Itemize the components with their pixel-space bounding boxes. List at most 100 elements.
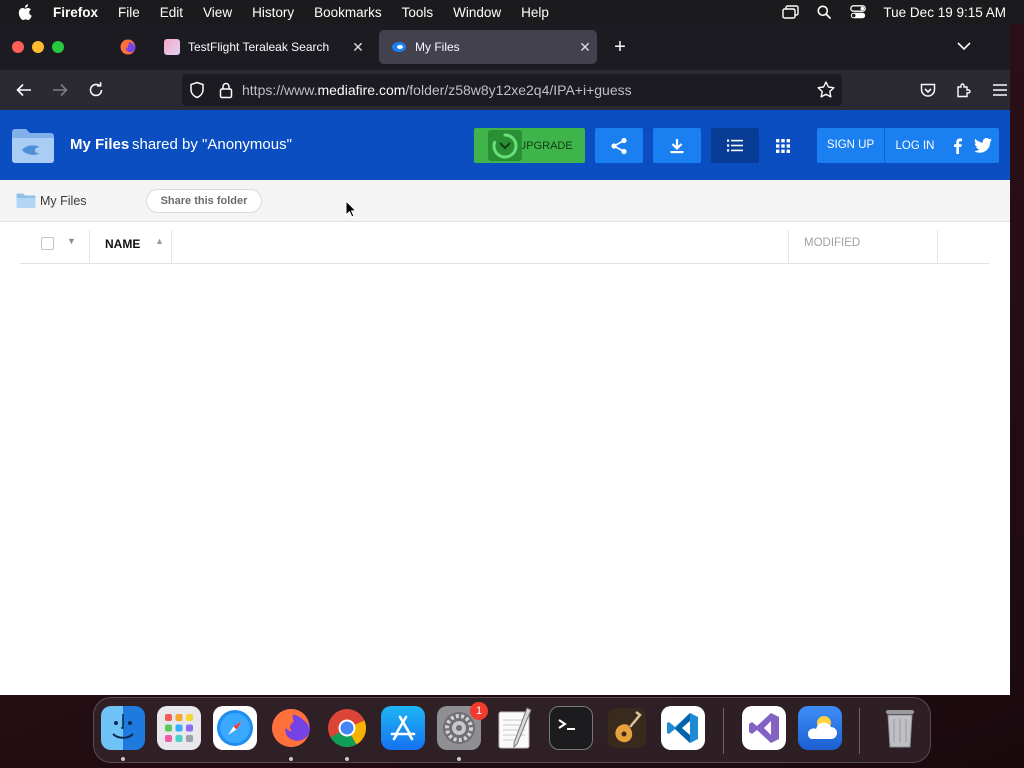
dock-garageband[interactable]: [605, 706, 649, 750]
menu-tools[interactable]: Tools: [402, 5, 434, 20]
dock-divider: [723, 708, 724, 754]
download-button[interactable]: [653, 128, 701, 163]
firefox-window: TestFlight Teraleak Search ✕ My Files ✕ …: [0, 24, 1010, 695]
launchpad-icon: [165, 714, 193, 742]
dock-app-store[interactable]: [381, 706, 425, 750]
menu-history[interactable]: History: [252, 5, 294, 20]
window-controls: [12, 41, 72, 53]
dock-terminal[interactable]: [549, 706, 593, 750]
chrome-icon: [328, 709, 367, 748]
menu-bookmarks[interactable]: Bookmarks: [314, 5, 382, 20]
menu-app-name[interactable]: Firefox: [53, 5, 98, 20]
app-menu-button[interactable]: [988, 78, 1010, 102]
log-in-button[interactable]: LOG IN: [885, 140, 945, 152]
app-store-icon: [390, 715, 416, 741]
close-tab-icon[interactable]: ✕: [346, 39, 370, 56]
list-all-tabs-chevron-icon[interactable]: [956, 38, 976, 56]
new-tab-button[interactable]: +: [608, 36, 632, 58]
tab-title: TestFlight Teraleak Search: [188, 40, 330, 54]
close-window-button[interactable]: [12, 41, 24, 53]
finder-icon: [112, 714, 134, 739]
pinned-tab-firefox[interactable]: [110, 33, 146, 61]
arrow-right-icon: [53, 83, 68, 97]
menu-window[interactable]: Window: [453, 5, 501, 20]
sort-ascending-icon[interactable]: ▲: [155, 236, 164, 246]
dock-textedit[interactable]: [493, 706, 537, 750]
safari-compass-icon: [217, 710, 253, 746]
select-options-caret-icon[interactable]: ▼: [67, 236, 76, 246]
dock-firefox[interactable]: [269, 706, 313, 750]
dock-weather[interactable]: [798, 706, 842, 750]
back-button[interactable]: [12, 78, 36, 102]
dock-safari[interactable]: [213, 706, 257, 750]
reload-icon: [89, 82, 103, 97]
menu-edit[interactable]: Edit: [160, 5, 183, 20]
column-divider: [937, 230, 938, 264]
dock-launchpad[interactable]: [157, 706, 201, 750]
extensions-button[interactable]: [952, 78, 976, 102]
loading-spinner-icon: [488, 130, 522, 161]
grid-view-button[interactable]: [759, 128, 807, 163]
sign-up-button[interactable]: SIGN UP: [817, 128, 885, 163]
weather-cloud-icon: [807, 716, 837, 739]
menubar-clock[interactable]: Tue Dec 19 9:15 AM: [883, 5, 1006, 20]
terminal-icon: [558, 719, 575, 730]
bookmark-star-icon[interactable]: [816, 80, 836, 100]
dock-chrome[interactable]: [325, 706, 369, 750]
forward-button[interactable]: [48, 78, 72, 102]
column-header-name[interactable]: NAME: [105, 237, 140, 251]
twitter-icon[interactable]: [973, 136, 993, 156]
share-this-folder-button[interactable]: Share this folder: [146, 189, 262, 213]
screen-mirroring-icon[interactable]: [781, 3, 799, 21]
running-indicator: [289, 757, 293, 761]
tracking-protection-shield-icon[interactable]: [188, 81, 206, 99]
tab-my-files[interactable]: My Files ✕: [379, 30, 597, 64]
share-button[interactable]: [595, 128, 643, 163]
lock-icon[interactable]: [218, 81, 234, 99]
guitar-icon: [608, 708, 646, 748]
dock-vscode[interactable]: [661, 706, 705, 750]
pocket-button[interactable]: [916, 78, 940, 102]
firefox-icon: [120, 39, 136, 55]
puzzle-icon: [957, 83, 971, 98]
notification-badge: 1: [470, 702, 488, 720]
upgrade-button[interactable]: UPGRADE: [474, 128, 585, 163]
dock-divider: [859, 708, 860, 754]
mediafire-page: My Files shared by "Anonymous" UPGRADE S…: [0, 110, 1010, 695]
select-all-checkbox[interactable]: [41, 237, 54, 250]
folder-icon: [16, 193, 36, 208]
mouse-pointer-icon: [345, 200, 357, 218]
menu-help[interactable]: Help: [521, 5, 549, 20]
dock-trash[interactable]: [878, 706, 922, 750]
dock-visual-studio[interactable]: [742, 706, 786, 750]
url-bar[interactable]: https://www.mediafire.com/folder/z58w8y1…: [182, 74, 842, 106]
spotlight-search-icon[interactable]: [815, 3, 833, 21]
menu-file[interactable]: File: [118, 5, 140, 20]
column-divider: [89, 230, 90, 264]
visual-studio-icon: [749, 713, 779, 743]
apple-icon[interactable]: [18, 4, 36, 20]
download-icon: [670, 138, 684, 153]
url-text: https://www.mediafire.com/folder/z58w8y1…: [242, 82, 632, 98]
share-icon: [611, 137, 627, 154]
close-tab-icon[interactable]: ✕: [573, 39, 597, 56]
tab-testflight-search[interactable]: TestFlight Teraleak Search ✕: [152, 30, 370, 64]
facebook-icon[interactable]: [947, 136, 967, 156]
minimize-window-button[interactable]: [32, 41, 44, 53]
url-path: /folder/z58w8y12xe2q4/IPA+i+guess: [405, 82, 632, 98]
breadcrumb-my-files[interactable]: My Files: [40, 194, 87, 208]
menu-view[interactable]: View: [203, 5, 232, 20]
auth-button-group: SIGN UP LOG IN: [817, 128, 999, 163]
zoom-window-button[interactable]: [52, 41, 64, 53]
control-center-icon[interactable]: [849, 3, 867, 21]
url-domain: mediafire.com: [317, 82, 406, 98]
macos-dock: 1: [93, 697, 931, 763]
running-indicator: [457, 757, 461, 761]
testflight-favicon-icon: [164, 39, 180, 55]
menubar-status-area: Tue Dec 19 9:15 AM: [765, 0, 1006, 24]
list-view-button[interactable]: [711, 128, 759, 163]
column-header-modified[interactable]: MODIFIED: [804, 237, 860, 249]
reload-button[interactable]: [84, 78, 108, 102]
folder-toolbar: My Files Share this folder: [0, 180, 1010, 222]
dock-finder[interactable]: [101, 706, 145, 750]
